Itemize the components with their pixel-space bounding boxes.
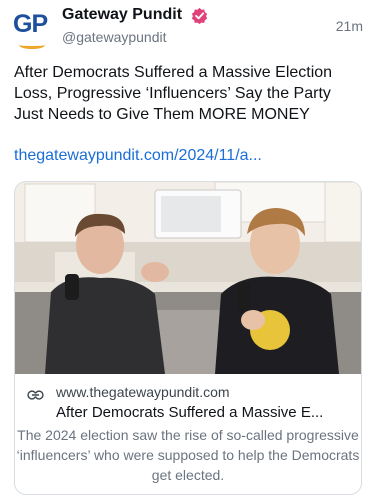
verified-badge-icon [191, 7, 208, 24]
avatar-logo-text: GP [13, 10, 48, 38]
link-preview-card[interactable]: www.thegatewaypundit.com After Democrats… [14, 181, 362, 495]
post[interactable]: GP Gateway Pundit @gatewaypundit 21m Aft… [0, 0, 375, 500]
card-domain: www.thegatewaypundit.com [56, 384, 230, 400]
link-icon [27, 390, 44, 400]
post-link[interactable]: thegatewaypundit.com/2024/11/a... [14, 147, 262, 165]
author-name[interactable]: Gateway Pundit [62, 6, 182, 24]
post-text: After Democrats Suffered a Massive Elect… [14, 64, 333, 123]
card-title: After Democrats Suffered a Massive E... [56, 404, 324, 421]
card-description: The 2024 election saw the rise of so-cal… [16, 427, 360, 483]
author-handle[interactable]: @gatewaypundit [62, 29, 167, 45]
post-time: 21m [335, 18, 363, 34]
avatar-swoosh [19, 41, 45, 49]
avatar[interactable]: GP [13, 9, 53, 49]
card-image [15, 182, 361, 374]
